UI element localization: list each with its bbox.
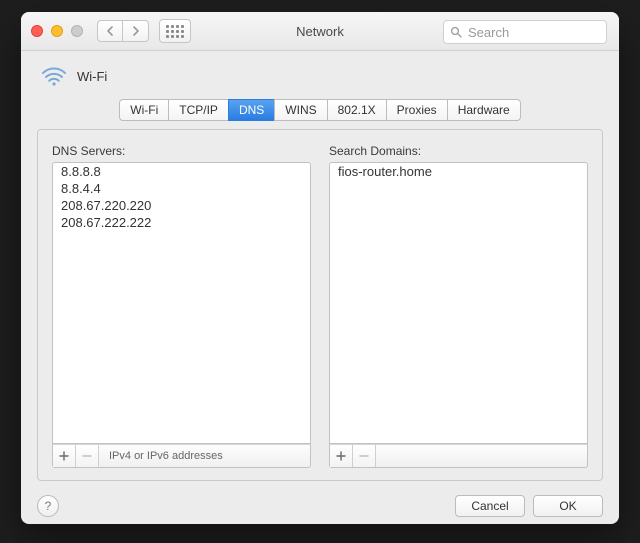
titlebar: Network Search (21, 12, 619, 51)
network-prefs-window: Network Search Wi-Fi Wi-FiTCP/IPDNSWINS8… (21, 12, 619, 524)
minus-icon (359, 451, 369, 461)
ok-button[interactable]: OK (533, 495, 603, 517)
list-item[interactable]: 8.8.4.4 (53, 180, 310, 197)
cancel-button[interactable]: Cancel (455, 495, 525, 517)
tab-dns[interactable]: DNS (228, 99, 274, 121)
tab-bar: Wi-FiTCP/IPDNSWINS802.1XProxiesHardware (21, 99, 619, 121)
minimize-icon[interactable] (51, 25, 63, 37)
back-button[interactable] (97, 20, 123, 42)
help-icon: ? (45, 499, 52, 513)
search-placeholder: Search (468, 25, 509, 40)
dns-servers-toolbar: IPv4 or IPv6 addresses (52, 444, 311, 468)
dns-servers-list[interactable]: 8.8.8.88.8.4.4208.67.220.220208.67.222.2… (52, 162, 311, 444)
minus-icon (82, 451, 92, 461)
dns-servers-column: DNS Servers: 8.8.8.88.8.4.4208.67.220.22… (52, 144, 311, 468)
tab-wifi[interactable]: Wi-Fi (119, 99, 168, 121)
list-item[interactable]: 208.67.222.222 (53, 214, 310, 231)
search-field[interactable]: Search (443, 20, 607, 44)
plus-icon (336, 451, 346, 461)
chevron-right-icon (131, 26, 140, 36)
dns-servers-label: DNS Servers: (52, 144, 311, 158)
dns-panel: DNS Servers: 8.8.8.88.8.4.4208.67.220.22… (37, 129, 603, 481)
zoom-icon (71, 25, 83, 37)
tab-proxies[interactable]: Proxies (386, 99, 447, 121)
footer: ? Cancel OK (21, 481, 619, 517)
show-all-button[interactable] (159, 19, 191, 43)
remove-domain-button[interactable] (353, 445, 376, 467)
nav-buttons (97, 20, 149, 42)
tab-tcpip[interactable]: TCP/IP (168, 99, 228, 121)
remove-dns-button[interactable] (76, 445, 99, 467)
search-domains-label: Search Domains: (329, 144, 588, 158)
add-dns-button[interactable] (53, 445, 76, 467)
list-item[interactable]: 8.8.8.8 (53, 163, 310, 180)
wifi-icon (41, 63, 67, 89)
search-domains-list[interactable]: fios-router.home (329, 162, 588, 444)
search-domains-toolbar (329, 444, 588, 468)
help-button[interactable]: ? (37, 495, 59, 517)
list-item[interactable]: 208.67.220.220 (53, 197, 310, 214)
tab-hardware[interactable]: Hardware (447, 99, 521, 121)
interface-header: Wi-Fi (21, 51, 619, 89)
tab-wins[interactable]: WINS (274, 99, 326, 121)
window-title: Network (296, 24, 344, 39)
chevron-left-icon (106, 26, 115, 36)
list-item[interactable]: fios-router.home (330, 163, 587, 180)
close-icon[interactable] (31, 25, 43, 37)
traffic-lights (31, 25, 83, 37)
tab-8021x[interactable]: 802.1X (327, 99, 386, 121)
add-domain-button[interactable] (330, 445, 353, 467)
search-domains-column: Search Domains: fios-router.home (329, 144, 588, 468)
plus-icon (59, 451, 69, 461)
grid-icon (166, 25, 184, 38)
interface-name: Wi-Fi (77, 69, 107, 84)
search-icon (450, 26, 462, 38)
dns-hint: IPv4 or IPv6 addresses (109, 450, 223, 462)
forward-button[interactable] (123, 20, 149, 42)
